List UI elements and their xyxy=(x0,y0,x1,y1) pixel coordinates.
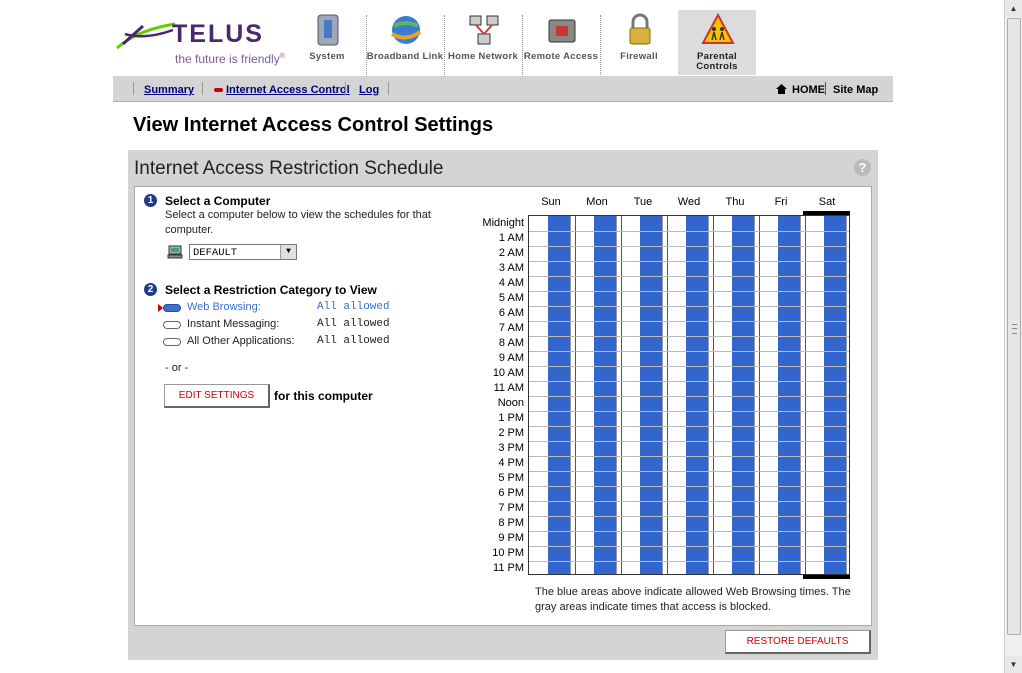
scroll-down-icon[interactable]: ▼ xyxy=(1005,656,1022,673)
allowed-block-mon xyxy=(594,216,616,574)
home-link[interactable]: HOME xyxy=(792,84,825,96)
chevron-down-icon: ▼ xyxy=(280,245,296,259)
edit-settings-button[interactable]: EDIT SETTINGS xyxy=(164,384,270,408)
hour-label: 11 PM xyxy=(493,562,524,574)
hour-label: 6 AM xyxy=(498,307,524,319)
panel-body: 1 Select a Computer Select a computer be… xyxy=(134,186,872,626)
hour-label: 9 PM xyxy=(498,532,524,544)
nav-broadband-link[interactable]: Broadband Link xyxy=(366,10,444,75)
selected-day-marker-bottom xyxy=(803,575,850,579)
computer-select[interactable]: DEFAULT ▼ xyxy=(189,244,297,260)
step-1-description: Select a computer below to view the sche… xyxy=(165,209,431,236)
step-1-badge: 1 xyxy=(144,194,157,207)
hour-label: 2 PM xyxy=(498,427,524,439)
hour-label: Noon xyxy=(497,397,524,409)
hour-label: 4 AM xyxy=(498,277,524,289)
hour-label: 3 AM xyxy=(498,262,524,274)
hour-label: Midnight xyxy=(482,217,524,229)
hour-label: 11 AM xyxy=(493,382,524,394)
step-2-title: Select a Restriction Category to View xyxy=(165,283,377,297)
restore-defaults-button[interactable]: RESTORE DEFAULTS xyxy=(725,630,871,654)
nav-firewall[interactable]: Firewall xyxy=(600,10,678,75)
hour-label: 5 AM xyxy=(498,292,524,304)
subnav-summary[interactable]: Summary xyxy=(144,84,194,96)
nav-parental-controls[interactable]: Parental Controls xyxy=(678,10,756,75)
scroll-up-icon[interactable]: ▲ xyxy=(1005,0,1022,17)
scrollbar-thumb[interactable] xyxy=(1007,18,1021,635)
subnav-internet-access-control[interactable]: Internet Access Control xyxy=(226,84,350,96)
day-header-wed: Wed xyxy=(677,196,701,208)
step-1-title: Select a Computer xyxy=(165,194,271,208)
step-2-badge: 2 xyxy=(144,283,157,296)
hour-label: 3 PM xyxy=(498,442,524,454)
allowed-block-fri xyxy=(778,216,800,574)
hour-label: 5 PM xyxy=(498,472,524,484)
edit-settings-suffix: for this computer xyxy=(274,389,373,403)
toolbox-icon xyxy=(548,19,576,43)
hour-label: 6 PM xyxy=(498,487,524,499)
nav-home-network[interactable]: Home Network xyxy=(444,10,522,75)
hour-label: 2 AM xyxy=(498,247,524,259)
nav-remote-access[interactable]: Remote Access xyxy=(522,10,600,75)
day-header-thu: Thu xyxy=(725,196,745,208)
site-map-link[interactable]: Site Map xyxy=(833,84,878,96)
brand-name: TELUS xyxy=(172,20,264,48)
hour-label: 1 AM xyxy=(498,232,524,244)
day-header-mon: Mon xyxy=(586,196,608,208)
sub-nav: Summary Internet Access Control Log HOME… xyxy=(113,76,893,102)
category-pill xyxy=(163,338,181,346)
globe-icon xyxy=(391,16,422,44)
telus-logo-icon xyxy=(115,22,176,50)
vertical-scrollbar[interactable]: ▲ ▼ xyxy=(1004,0,1022,673)
computer-icon xyxy=(167,245,183,259)
brand-tagline: the future is friendly® xyxy=(175,52,285,66)
allowed-block-tue xyxy=(640,216,662,574)
or-separator: - or - xyxy=(165,362,189,374)
hour-label: 8 PM xyxy=(498,517,524,529)
hour-label: 1 PM xyxy=(498,412,524,424)
allowed-block-sun xyxy=(548,216,570,574)
hour-label: 8 AM xyxy=(498,337,524,349)
allowed-block-wed xyxy=(686,216,708,574)
header: TELUS the future is friendly® System Bro… xyxy=(113,0,893,75)
network-icon xyxy=(469,15,499,45)
hour-label: 10 PM xyxy=(492,547,524,559)
subnav-log[interactable]: Log xyxy=(359,84,379,96)
category-pill xyxy=(163,321,181,329)
hour-label: 4 PM xyxy=(498,457,524,469)
active-indicator xyxy=(214,88,223,92)
day-header-tue: Tue xyxy=(633,196,653,208)
panel-title: Internet Access Restriction Schedule xyxy=(134,158,444,179)
day-header-sat: Sat xyxy=(818,196,836,208)
home-icon xyxy=(776,84,787,94)
warning-children-icon xyxy=(701,12,735,44)
system-icon xyxy=(317,14,339,46)
schedule-panel: Internet Access Restriction Schedule ? 1… xyxy=(128,150,878,660)
nav-system[interactable]: System xyxy=(288,10,366,75)
schedule-note: The blue areas above indicate allowed We… xyxy=(535,586,851,613)
day-header-fri: Fri xyxy=(774,196,788,208)
schedule-grid-body xyxy=(528,215,850,575)
hour-label: 10 AM xyxy=(492,367,524,379)
category-pill xyxy=(163,304,181,312)
day-header-sun: Sun xyxy=(541,196,561,208)
selected-day-marker-top xyxy=(803,211,850,215)
allowed-block-sat xyxy=(824,216,846,574)
hour-label: 7 PM xyxy=(498,502,524,514)
page-title: View Internet Access Control Settings xyxy=(133,114,494,136)
hour-label: 9 AM xyxy=(498,352,524,364)
hour-label: 7 AM xyxy=(498,322,524,334)
help-icon[interactable]: ? xyxy=(854,159,871,176)
allowed-block-thu xyxy=(732,216,754,574)
lock-icon xyxy=(629,13,651,45)
